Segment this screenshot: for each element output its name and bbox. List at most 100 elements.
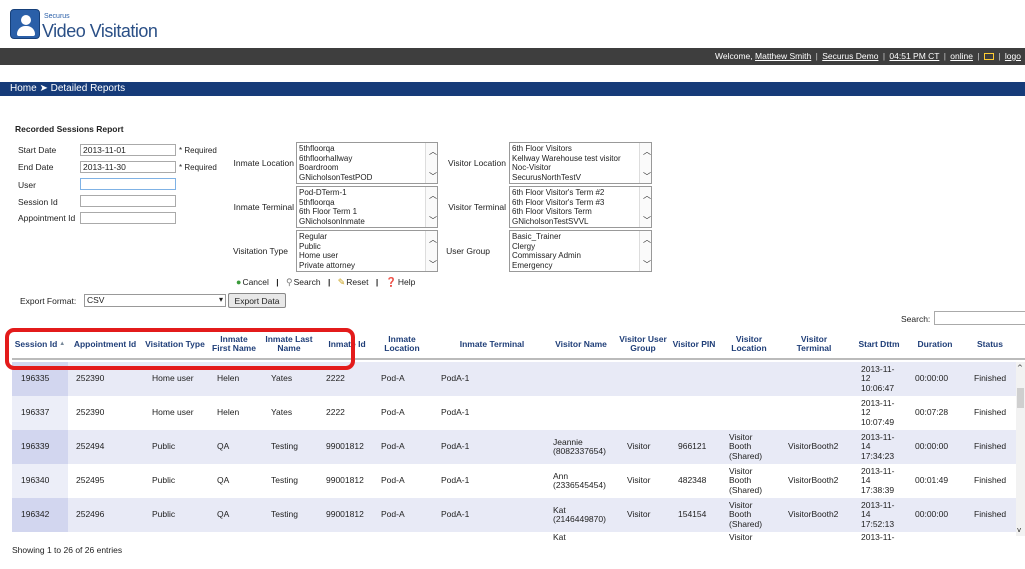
list-scrollbar[interactable]: ︿ ﹀	[425, 143, 437, 183]
chevron-up-icon[interactable]: ︿	[429, 191, 437, 201]
reset-button[interactable]: ✎Reset	[338, 277, 369, 288]
list-scrollbar[interactable]: ︿ ﹀	[639, 187, 651, 227]
list-item[interactable]: Noc-Visitor	[512, 163, 637, 173]
column-header-inmate-terminal[interactable]: Inmate Terminal	[442, 328, 542, 360]
list-item[interactable]: Pod-DTerm-1	[299, 188, 423, 198]
chevron-down-icon[interactable]: ﹀	[643, 172, 651, 182]
list-scrollbar[interactable]: ︿ ﹀	[425, 187, 437, 227]
chevron-down-icon[interactable]: ﹀	[429, 260, 437, 270]
list-item[interactable]: 6th Floor Visitor's Term #3	[512, 198, 637, 208]
scrollbar-thumb[interactable]	[1017, 388, 1024, 408]
cell-visitation-type: Home user	[152, 407, 194, 418]
chevron-up-icon[interactable]: ︿	[643, 147, 651, 157]
user-link[interactable]: Matthew Smith	[755, 51, 811, 61]
table-row[interactable]: 196339 252494 Public QA Testing 99001812…	[12, 430, 1017, 464]
column-header-visitor-name[interactable]: Visitor Name	[552, 328, 610, 360]
table-row[interactable]: 196337 252390 Home user Helen Yates 2222…	[12, 396, 1017, 430]
export-format-select[interactable]: CSV ▾	[84, 294, 226, 307]
list-scrollbar[interactable]: ︿ ﹀	[639, 143, 651, 183]
column-header-label: Start Dttm	[858, 338, 900, 349]
list-item[interactable]: Private attorney	[299, 261, 423, 271]
table-row-partial[interactable]: Kat Visitor 2013-11-	[12, 532, 1017, 544]
list-item[interactable]: Regular	[299, 232, 423, 242]
list-item[interactable]: Home user	[299, 251, 423, 261]
column-header-inmate-location[interactable]: Inmate Location	[374, 328, 430, 360]
list-item[interactable]: 6th Floor Visitors Term	[512, 207, 637, 217]
breadcrumb[interactable]: Home ➤ Detailed Reports	[0, 82, 1025, 96]
org-link[interactable]: Securus Demo	[822, 51, 878, 61]
chevron-down-icon[interactable]: ﹀	[643, 260, 651, 270]
chevron-down-icon[interactable]: v	[1017, 526, 1021, 534]
status-link[interactable]: online	[950, 51, 973, 61]
list-item[interactable]: 6th Floor Visitors	[512, 144, 637, 154]
list-item[interactable]: Emergency	[512, 261, 637, 271]
cell-inmate-location: Pod-A	[381, 441, 405, 452]
cell-visitor-terminal: VisitorBooth2	[788, 509, 839, 520]
list-item[interactable]: 6th Floor Visitor's Term #2	[512, 188, 637, 198]
table-scrollbar[interactable]: ^ v	[1016, 362, 1025, 536]
report-title: Recorded Sessions Report	[15, 124, 124, 134]
list-item[interactable]: Kellway Warehouse test visitor	[512, 154, 637, 164]
logout-link[interactable]: logo	[1005, 51, 1021, 61]
time-link[interactable]: 04:51 PM CT	[889, 51, 939, 61]
visitor-location-list[interactable]: 6th Floor Visitors Kellway Warehouse tes…	[509, 142, 652, 184]
chevron-up-icon[interactable]: ︿	[429, 235, 437, 245]
export-data-button[interactable]: Export Data	[228, 293, 286, 308]
list-item[interactable]: Boardroom	[299, 163, 423, 173]
cell-inmate-terminal: PodA-1	[441, 475, 470, 486]
table-row[interactable]: 196342 252496 Public QA Testing 99001812…	[12, 498, 1017, 532]
help-button[interactable]: ❓Help	[386, 277, 416, 288]
column-header-status[interactable]: Status	[968, 328, 1012, 360]
user-input[interactable]	[80, 178, 176, 190]
list-item[interactable]: Clergy	[512, 242, 637, 252]
list-item[interactable]: SecurusNorthTestV	[512, 173, 637, 183]
list-scrollbar[interactable]: ︿ ﹀	[639, 231, 651, 271]
chevron-down-icon[interactable]: ﹀	[429, 172, 437, 182]
inmate-location-list[interactable]: 5thfloorqa 6thfloorhallway Boardroom GNi…	[296, 142, 438, 184]
user-group-list[interactable]: Basic_Trainer Clergy Commissary Admin Em…	[509, 230, 652, 272]
list-item[interactable]: GNicholsonTestPOD	[299, 173, 423, 183]
list-item[interactable]: Public	[299, 242, 423, 252]
inmate-terminal-list[interactable]: Pod-DTerm-1 5thfloorqa 6th Floor Term 1 …	[296, 186, 438, 228]
list-item[interactable]: 6th Floor Term 1	[299, 207, 423, 217]
session-id-input[interactable]	[80, 195, 176, 207]
visitor-terminal-label: Visitor Terminal	[448, 202, 506, 212]
table-info: Showing 1 to 26 of 26 entries	[12, 545, 123, 555]
search-button[interactable]: ⚲Search	[286, 277, 321, 288]
column-header-label: Visitor Terminal	[796, 334, 832, 353]
column-header-visitor-pin[interactable]: Visitor PIN	[672, 328, 716, 360]
battery-icon[interactable]	[983, 53, 994, 60]
list-item[interactable]: 5thfloorqa	[299, 144, 423, 154]
chevron-up-icon[interactable]: ^	[1017, 364, 1023, 372]
chevron-up-icon[interactable]: ︿	[643, 235, 651, 245]
column-header-label: Visitor Name	[555, 338, 607, 349]
column-header-visitor-user-group[interactable]: Visitor User Group	[618, 328, 668, 360]
cancel-button[interactable]: ●Cancel	[236, 277, 269, 287]
column-header-visitor-location[interactable]: Visitor Location	[724, 328, 774, 360]
chevron-up-icon[interactable]: ︿	[429, 147, 437, 157]
chevron-down-icon[interactable]: ﹀	[643, 216, 651, 226]
list-item[interactable]: Commissary Admin	[512, 251, 637, 261]
table-row[interactable]: 196340 252495 Public QA Testing 99001812…	[12, 464, 1017, 498]
visitation-type-list[interactable]: Regular Public Home user Private attorne…	[296, 230, 438, 272]
list-item[interactable]: Basic_Trainer	[512, 232, 637, 242]
column-header-duration[interactable]: Duration	[910, 328, 960, 360]
cell-inmate-location: Pod-A	[381, 475, 405, 486]
chevron-down-icon[interactable]: ▾	[219, 295, 223, 304]
start-date-input[interactable]: 2013-11-01	[80, 144, 176, 156]
table-search-input[interactable]	[934, 311, 1025, 325]
end-date-label: End Date	[18, 162, 54, 172]
list-item[interactable]: GNicholsonTestSVVL	[512, 217, 637, 227]
column-header-visitor-terminal[interactable]: Visitor Terminal	[786, 328, 842, 360]
chevron-up-icon[interactable]: ︿	[643, 191, 651, 201]
list-item[interactable]: GNicholsonInmate	[299, 217, 423, 227]
list-item[interactable]: 5thfloorqa	[299, 198, 423, 208]
list-item[interactable]: 6thfloorhallway	[299, 154, 423, 164]
column-header-start-dttm[interactable]: Start Dttm	[858, 328, 900, 360]
inmate-location-label: Inmate Location	[233, 158, 294, 168]
cell-inmate-first-name: QA	[217, 509, 230, 520]
chevron-down-icon[interactable]: ﹀	[429, 216, 437, 226]
end-date-input[interactable]: 2013-11-30	[80, 161, 176, 173]
appointment-id-input[interactable]	[80, 212, 176, 224]
visitor-terminal-list[interactable]: 6th Floor Visitor's Term #2 6th Floor Vi…	[509, 186, 652, 228]
